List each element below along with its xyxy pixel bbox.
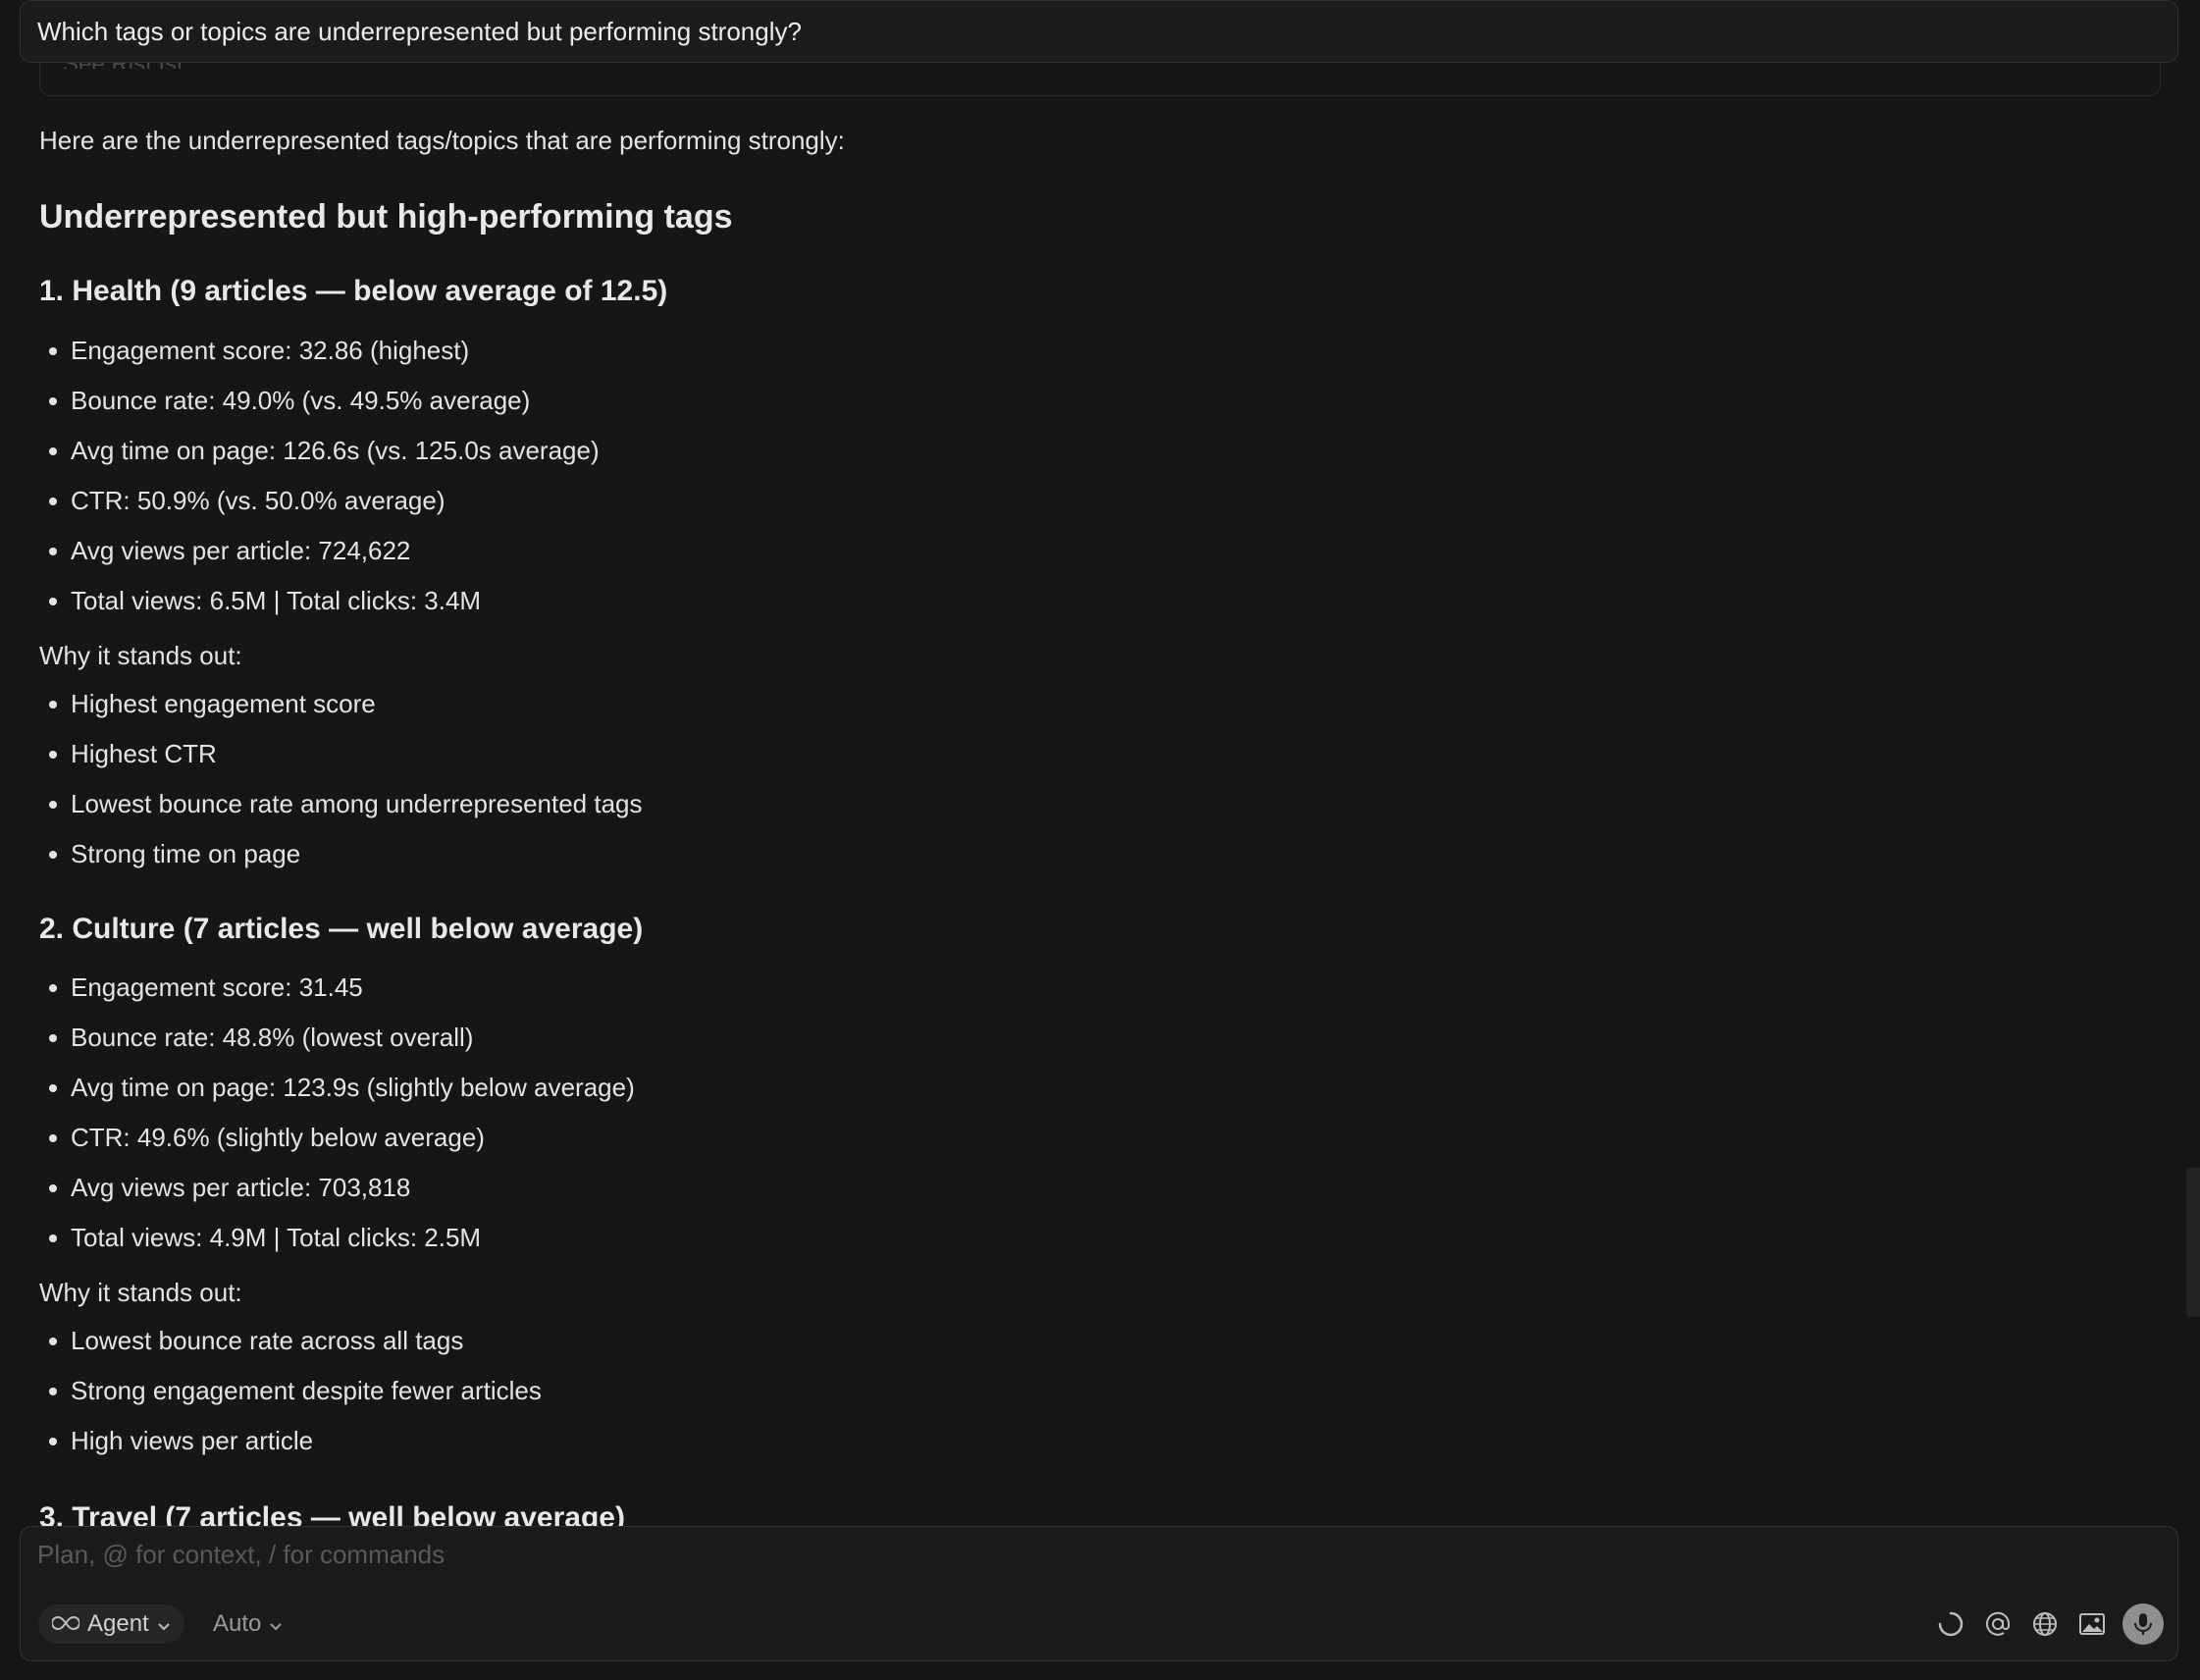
list-item: Highest engagement score — [39, 679, 643, 729]
chevron-down-icon — [269, 1610, 283, 1638]
composer-toolbar — [1934, 1603, 2164, 1645]
list-item: Bounce rate: 49.0% (vs. 49.5% average) — [39, 376, 600, 426]
list-item: Bounce rate: 48.8% (lowest overall) — [39, 1013, 635, 1063]
culture-metrics-list: Engagement score: 31.45 Bounce rate: 48.… — [39, 963, 635, 1263]
user-query-text: Which tags or topics are underrepresente… — [37, 16, 802, 46]
list-item: CTR: 50.9% (vs. 50.0% average) — [39, 476, 600, 526]
model-select-button[interactable]: Auto — [213, 1604, 283, 1644]
section-title-health: 1. Health (9 articles — below average of… — [39, 275, 668, 307]
list-item: Total views: 4.9M | Total clicks: 2.5M — [39, 1213, 635, 1263]
at-icon[interactable] — [1981, 1607, 2015, 1641]
list-item: Avg time on page: 126.6s (vs. 125.0s ave… — [39, 426, 600, 476]
list-item: CTR: 49.6% (slightly below average) — [39, 1113, 635, 1163]
list-item: Total views: 6.5M | Total clicks: 3.4M — [39, 576, 600, 626]
spinner-icon — [1934, 1607, 1967, 1641]
health-metrics-list: Engagement score: 32.86 (highest) Bounce… — [39, 326, 600, 626]
user-query[interactable]: Which tags or topics are underrepresente… — [20, 0, 2178, 63]
list-item: Lowest bounce rate across all tags — [39, 1316, 542, 1366]
infinity-icon — [51, 1610, 80, 1638]
list-item: Avg views per article: 724,622 — [39, 526, 600, 576]
list-item: High views per article — [39, 1416, 542, 1466]
culture-reasons-list: Lowest bounce rate across all tags Stron… — [39, 1316, 542, 1466]
agent-mode-button[interactable]: Agent — [38, 1604, 184, 1644]
model-select-label: Auto — [213, 1610, 262, 1637]
scrollbar-thumb[interactable] — [2186, 1168, 2200, 1317]
section-title-culture: 2. Culture (7 articles — well below aver… — [39, 913, 644, 945]
list-item: Strong engagement despite fewer articles — [39, 1366, 542, 1416]
chat-composer: Plan, @ for context, / for commands Agen… — [20, 1526, 2178, 1661]
image-icon[interactable] — [2075, 1607, 2109, 1641]
agent-mode-label: Agent — [87, 1610, 149, 1637]
list-item: Strong time on page — [39, 829, 643, 879]
mic-icon[interactable] — [2122, 1603, 2164, 1645]
response-intro: Here are the underrepresented tags/topic… — [39, 126, 845, 155]
list-item: Avg views per article: 703,818 — [39, 1163, 635, 1213]
why-label-culture: Why it stands out: — [39, 1278, 242, 1307]
list-item: Avg time on page: 123.9s (slightly below… — [39, 1063, 635, 1113]
list-item: Lowest bounce rate among underrepresente… — [39, 779, 643, 829]
why-label-health: Why it stands out: — [39, 641, 242, 670]
globe-icon[interactable] — [2028, 1607, 2062, 1641]
list-item: Highest CTR — [39, 729, 643, 779]
health-reasons-list: Highest engagement score Highest CTR Low… — [39, 679, 643, 879]
list-item: Engagement score: 31.45 — [39, 963, 635, 1013]
chat-input[interactable]: Plan, @ for context, / for commands — [37, 1540, 2000, 1573]
chevron-down-icon — [157, 1610, 171, 1638]
response-heading: Underrepresented but high-performing tag… — [39, 198, 733, 236]
list-item: Engagement score: 32.86 (highest) — [39, 326, 600, 376]
